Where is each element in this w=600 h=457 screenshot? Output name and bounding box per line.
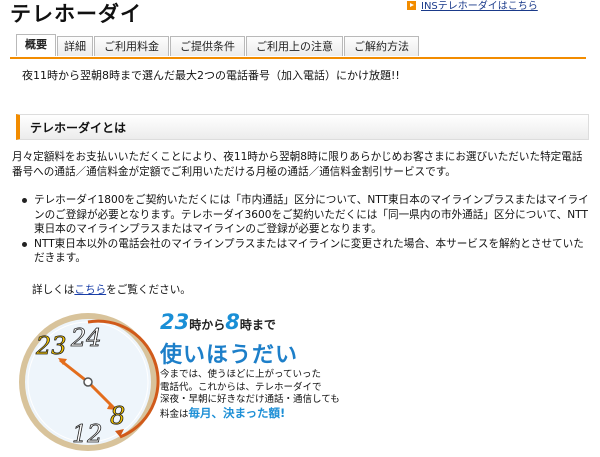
page-title: テレホーダイ: [10, 2, 142, 26]
section-heading-label: テレホーダイとは: [30, 121, 127, 135]
clock-24: 24: [70, 324, 102, 352]
list-item: NTT東日本以外の電話会社のマイラインプラスまたはマイラインに変更された場合、本…: [20, 237, 590, 266]
description-paragraph: 月々定額料をお支払いいただくことにより、夜11時から翌朝8時に限りあらかじめお客…: [12, 151, 583, 178]
tab-details[interactable]: 詳細: [57, 36, 93, 56]
tab-pricing[interactable]: ご利用料金: [94, 36, 169, 56]
section-heading: テレホーダイとは: [16, 114, 589, 140]
promo-from: 時から: [189, 318, 226, 332]
list-item: テレホーダイ1800をご契約いただくには「市内通話」区分について、NTT東日本の…: [20, 193, 590, 237]
clock-12: 12: [72, 420, 103, 448]
promo-start-hour: 23: [160, 310, 190, 334]
notes-list: テレホーダイ1800をご契約いただくには「市内通話」区分について、NTT東日本の…: [20, 193, 590, 266]
tab-precautions[interactable]: ご利用上の注意: [246, 36, 343, 56]
lead-text: 夜11時から翌朝8時まで選んだ最大2つの電話番号（加入電話）にかけ放題!!: [22, 69, 400, 82]
promo-desc-line: 今までは、使うほどに上がっていった: [160, 369, 322, 380]
promo-until: 時まで: [239, 318, 276, 332]
promo-end-hour: 8: [225, 310, 240, 334]
tab-overview[interactable]: 概要: [16, 34, 56, 56]
promo-desc-highlight: 毎月、決まった額!: [188, 405, 286, 420]
promo-desc-line: 電話代。これからは、テレホーダイで: [160, 381, 322, 393]
promo-catchphrase: 使いほうだい: [160, 343, 299, 368]
more-info: 詳しくはこちらをご覧ください。: [32, 282, 191, 297]
more-info-prefix: 詳しくは: [32, 284, 75, 296]
tab-bar: 概要 詳細 ご利用料金 ご提供条件 ご利用上の注意 ご解約方法: [10, 33, 586, 59]
details-link[interactable]: こちら: [74, 284, 106, 296]
tab-cancellation[interactable]: ご解約方法: [344, 36, 419, 56]
more-info-suffix: をご覧ください。: [106, 284, 191, 296]
ins-telehodai-link-label: INSテレホーダイはこちら: [421, 1, 538, 12]
clock-illustration: 24 23 8 12: [19, 313, 160, 451]
promo-description: 今までは、使うほどに上がっていった 電話代。これからは、テレホーダイで 深夜・早…: [160, 369, 340, 421]
promo-desc-prefix: 料金は: [160, 408, 189, 420]
arrow-right-icon: [407, 1, 416, 10]
ins-telehodai-link[interactable]: INSテレホーダイはこちら: [407, 0, 538, 12]
promo-headline: 23時から8時まで: [160, 310, 276, 334]
tab-conditions[interactable]: ご提供条件: [170, 36, 245, 56]
clock-8: 8: [110, 402, 125, 430]
clock-23: 23: [35, 332, 67, 360]
